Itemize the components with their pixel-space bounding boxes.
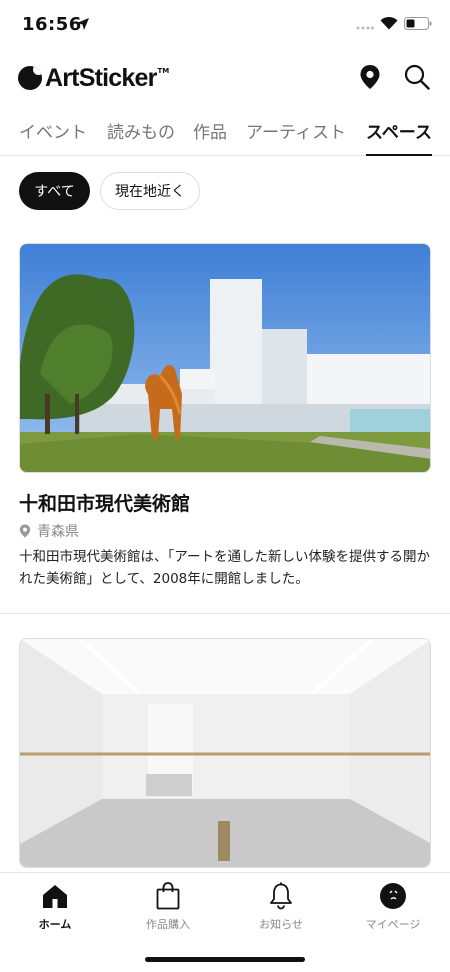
filter-all-chip[interactable]: すべて — [19, 172, 90, 210]
space-title[interactable]: 十和田市現代美術館 — [19, 489, 190, 516]
shopping-bag-icon — [153, 881, 183, 911]
location-pin-icon — [19, 524, 31, 538]
nav-notifications[interactable]: お知らせ — [241, 881, 321, 932]
nav-purchase-label: 作品購入 — [146, 918, 190, 931]
space-prefecture: 青森県 — [37, 524, 79, 540]
bell-icon — [266, 881, 296, 911]
map-pin-icon — [360, 65, 380, 89]
home-indicator[interactable] — [145, 957, 305, 962]
space-description: 十和田市現代美術館は、「アートを通した新しい体験を提供する開かれた美術館」として… — [19, 549, 430, 587]
tab-articles[interactable]: 読みもの — [107, 118, 175, 156]
tab-spaces[interactable]: スペース — [366, 118, 432, 156]
tab-events[interactable]: イベント — [19, 118, 87, 156]
status-bar: 16:56 — [0, 0, 450, 50]
battery-icon — [404, 17, 432, 30]
logo-text: ArtSticker — [45, 63, 157, 92]
logo-trademark: TM — [157, 67, 170, 75]
nav-mypage[interactable]: マイページ — [353, 881, 433, 932]
card-divider — [0, 613, 450, 614]
space-location: 青森県 — [19, 521, 79, 541]
nav-notifications-label: お知らせ — [259, 918, 303, 931]
nav-home-label: ホーム — [38, 918, 72, 931]
app-header: ArtSticker TM — [0, 56, 450, 100]
category-tabs: イベント 読みもの 作品 アーティスト スペース — [0, 112, 450, 156]
museum-photo — [20, 244, 430, 472]
search-icon — [404, 64, 430, 90]
tab-artists[interactable]: アーティスト — [246, 118, 346, 156]
nav-home[interactable]: ホーム — [15, 881, 95, 932]
tab-artworks[interactable]: 作品 — [193, 118, 227, 156]
filter-nearby-chip[interactable]: 現在地近く — [100, 172, 200, 210]
status-time: 16:56 — [22, 14, 82, 35]
location-arrow-icon — [77, 18, 89, 30]
map-button[interactable] — [355, 62, 385, 92]
nav-mypage-label: マイページ — [365, 918, 421, 931]
space-card-image[interactable] — [19, 638, 431, 868]
space-card-image[interactable] — [19, 243, 431, 473]
logo-mark-icon — [18, 66, 42, 90]
wifi-icon — [380, 16, 398, 30]
profile-icon — [378, 881, 408, 911]
home-icon — [40, 881, 70, 911]
search-button[interactable] — [402, 62, 432, 92]
nav-purchase[interactable]: 作品購入 — [128, 881, 208, 932]
gallery-photo — [20, 639, 430, 867]
artsticker-logo[interactable]: ArtSticker TM — [18, 64, 169, 92]
cellular-signal-icon — [356, 26, 374, 30]
